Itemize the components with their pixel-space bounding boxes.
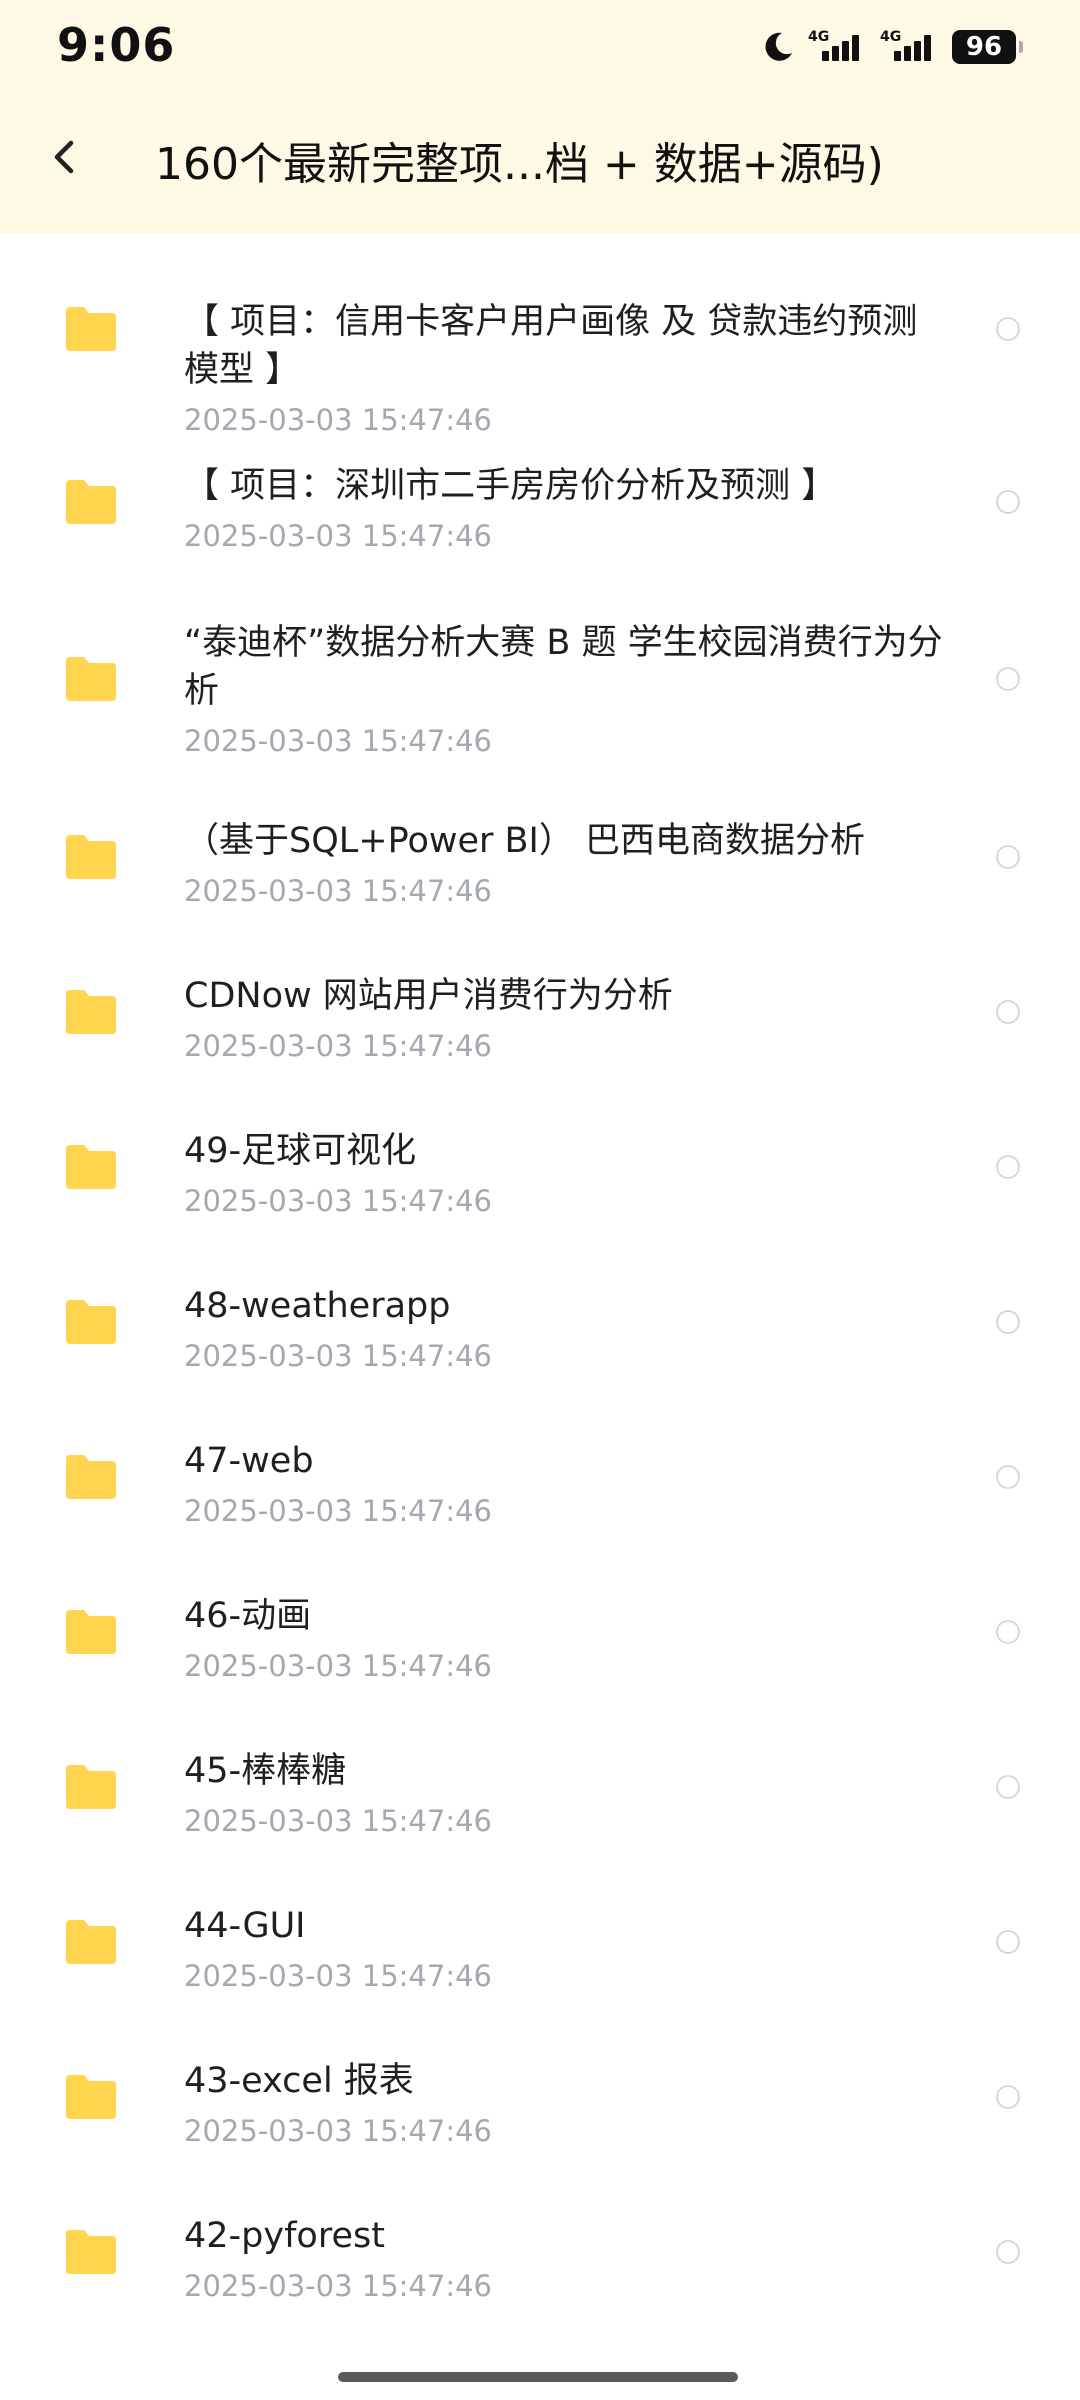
status-icons: 4G 4G 96 (760, 24, 1023, 70)
folder-icon (66, 1919, 116, 1964)
moon-icon (765, 32, 792, 61)
item-name: 49-足球可视化 (184, 1131, 417, 1171)
folder-icon (66, 1764, 116, 1809)
network-type-2: 4G (880, 29, 902, 45)
list-item[interactable]: （基于SQL+Power BI） 巴西电商数据分析 2025-03-03 15:… (0, 779, 1080, 934)
list-item[interactable]: 45-棒棒糖 2025-03-03 15:47:46 (0, 1709, 1080, 1864)
battery-icon: 96 (952, 30, 1023, 64)
item-date: 2025-03-03 15:47:46 (184, 724, 492, 758)
item-name: 47-web (184, 1441, 314, 1481)
network-type-1: 4G (808, 29, 830, 45)
list-item[interactable]: 49-足球可视化 2025-03-03 15:47:46 (0, 1089, 1080, 1244)
select-radio[interactable] (996, 1154, 1020, 1179)
item-name: 【 项目：信用卡客户用户画像 及 贷款违约预测模型 】 (184, 302, 918, 390)
file-list: 【 项目：信用卡客户用户画像 及 贷款违约预测模型 】 2025-03-03 1… (0, 234, 1080, 2329)
item-name: 【 项目：深圳市二手房房价分析及预测 】 (184, 466, 837, 506)
select-radio[interactable] (996, 844, 1020, 869)
item-name: CDNow 网站用户消费行为分析 (184, 976, 673, 1016)
item-date: 2025-03-03 15:47:46 (184, 874, 492, 908)
home-indicator[interactable] (338, 2372, 738, 2382)
select-radio[interactable] (996, 1309, 1020, 1334)
item-name: 48-weatherapp (184, 1286, 451, 1326)
folder-icon (66, 479, 116, 524)
list-item[interactable]: 43-excel 报表 2025-03-03 15:47:46 (0, 2019, 1080, 2174)
folder-icon (66, 1609, 116, 1654)
list-item[interactable]: 47-web 2025-03-03 15:47:46 (0, 1399, 1080, 1554)
folder-icon (66, 834, 116, 879)
status-time: 9:06 (57, 18, 176, 72)
folder-icon (66, 2229, 116, 2274)
item-date: 2025-03-03 15:47:46 (184, 2269, 492, 2303)
list-item[interactable]: 42-pyforest 2025-03-03 15:47:46 (0, 2174, 1080, 2329)
select-radio[interactable] (996, 1774, 1020, 1799)
select-radio[interactable] (996, 667, 1020, 691)
item-name: 43-excel 报表 (184, 2061, 414, 2101)
select-radio[interactable] (996, 317, 1020, 341)
list-item[interactable]: 48-weatherapp 2025-03-03 15:47:46 (0, 1244, 1080, 1399)
folder-icon (66, 989, 116, 1034)
list-item[interactable]: “泰迪杯”数据分析大赛 B 题 学生校园消费行为分析 2025-03-03 15… (0, 579, 1080, 779)
item-name: 45-棒棒糖 (184, 1751, 347, 1791)
select-radio[interactable] (996, 999, 1020, 1024)
item-date: 2025-03-03 15:47:46 (184, 1494, 492, 1528)
select-radio[interactable] (996, 2239, 1020, 2264)
item-date: 2025-03-03 15:47:46 (184, 1649, 492, 1683)
status-bar: 9:06 4G 4G 96 (0, 0, 1080, 92)
item-name: （基于SQL+Power BI） 巴西电商数据分析 (184, 821, 865, 861)
list-item[interactable]: CDNow 网站用户消费行为分析 2025-03-03 15:47:46 (0, 934, 1080, 1089)
folder-icon (66, 1299, 116, 1344)
select-radio[interactable] (996, 1929, 1020, 1954)
item-date: 2025-03-03 15:47:46 (184, 1804, 492, 1838)
item-date: 2025-03-03 15:47:46 (184, 1959, 492, 1993)
item-name: 42-pyforest (184, 2216, 385, 2256)
item-date: 2025-03-03 15:47:46 (184, 519, 492, 553)
folder-icon (66, 307, 116, 351)
select-radio[interactable] (996, 2084, 1020, 2109)
back-button[interactable] (30, 122, 100, 192)
select-radio[interactable] (996, 1464, 1020, 1489)
item-date: 2025-03-03 15:47:46 (184, 1029, 492, 1063)
page-title: 160个最新完整项...档 + 数据+源码) (155, 139, 884, 190)
signal-1-icon: 4G (808, 27, 868, 67)
item-date: 2025-03-03 15:47:46 (184, 2114, 492, 2148)
item-name: “泰迪杯”数据分析大赛 B 题 学生校园消费行为分析 (184, 623, 943, 711)
list-item[interactable]: 46-动画 2025-03-03 15:47:46 (0, 1554, 1080, 1709)
header: 160个最新完整项...档 + 数据+源码) (0, 92, 1080, 234)
select-radio[interactable] (996, 1619, 1020, 1644)
folder-icon (66, 2074, 116, 2119)
item-name: 44-GUI (184, 1906, 306, 1946)
item-name: 46-动画 (184, 1596, 312, 1636)
folder-icon (66, 1454, 116, 1499)
list-item[interactable]: 【 项目：深圳市二手房房价分析及预测 】 2025-03-03 15:47:46 (0, 424, 1080, 579)
list-item[interactable]: 44-GUI 2025-03-03 15:47:46 (0, 1864, 1080, 2019)
list-item[interactable]: 【 项目：信用卡客户用户画像 及 贷款违约预测模型 】 2025-03-03 1… (0, 234, 1080, 437)
folder-icon (66, 657, 116, 701)
signal-2-icon: 4G (880, 27, 940, 67)
item-date: 2025-03-03 15:47:46 (184, 1339, 492, 1373)
select-radio[interactable] (996, 489, 1020, 514)
battery-level: 96 (965, 32, 1003, 62)
folder-icon (66, 1144, 116, 1189)
item-date: 2025-03-03 15:47:46 (184, 1184, 492, 1218)
chevron-left-icon (54, 140, 74, 174)
